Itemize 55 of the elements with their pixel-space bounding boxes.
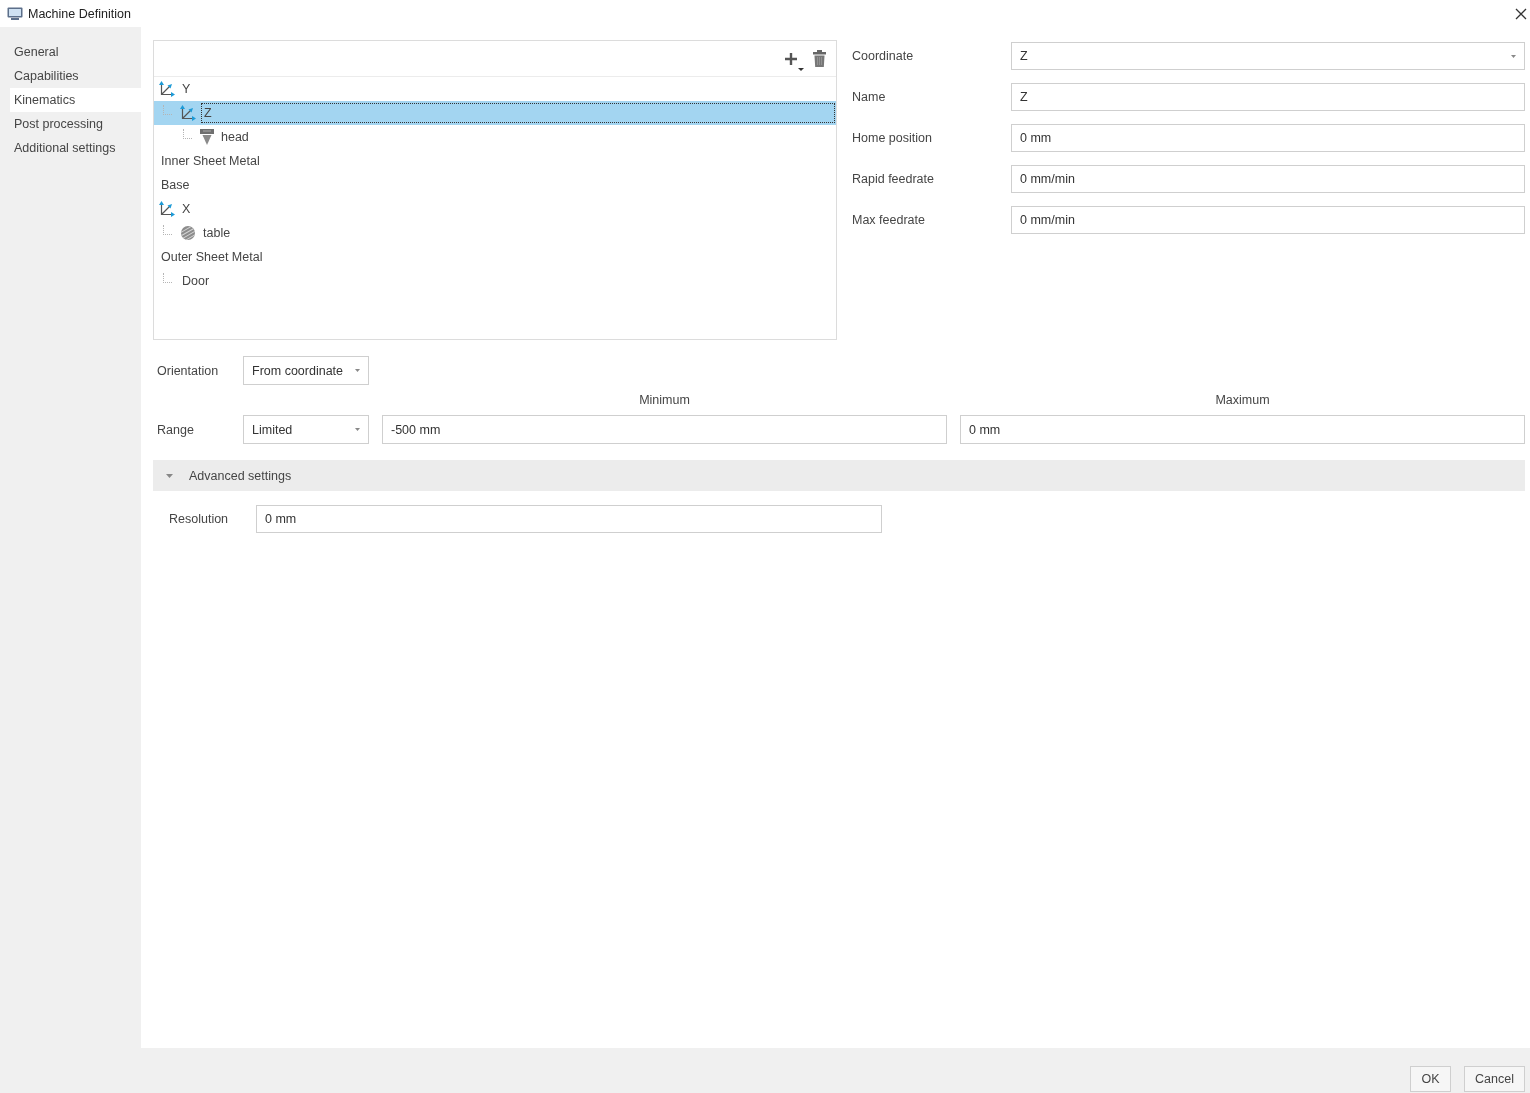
tree-item[interactable]: Base: [159, 175, 192, 195]
field-label: Rapid feedrate: [852, 172, 935, 186]
field-label: Coordinate: [852, 49, 915, 63]
text-field[interactable]: 0 mm/min: [1011, 165, 1525, 193]
field-label: Name: [852, 90, 887, 104]
axes-icon: [180, 105, 196, 121]
field-label: Range: [156, 422, 195, 437]
tree-item[interactable]: Z: [154, 101, 836, 125]
striped-disc-icon: [180, 225, 196, 241]
tree-connector: [163, 273, 172, 283]
sidebar-item[interactable]: Post processing: [10, 112, 141, 136]
text-field[interactable]: 0 mm/min: [1011, 206, 1525, 234]
dropdown[interactable]: Z: [1011, 42, 1525, 70]
caret-icon: [355, 369, 360, 372]
dialog-button[interactable]: Cancel: [1464, 1066, 1525, 1092]
text-field[interactable]: 0 mm: [256, 505, 882, 533]
tree-connector: [163, 225, 172, 235]
caret-icon: [166, 473, 173, 478]
field-label: Orientation: [156, 363, 220, 378]
column-heading: Minimum: [639, 393, 690, 407]
field-label: Home position: [852, 131, 933, 145]
axes-icon: [159, 201, 175, 217]
close-icon[interactable]: [1515, 7, 1527, 20]
tree-item[interactable]: Inner Sheet Metal: [159, 151, 262, 171]
minimum-field[interactable]: -500 mm: [382, 415, 947, 444]
field-label: Max feedrate: [852, 213, 926, 227]
trash-icon[interactable]: [813, 50, 826, 67]
section-header[interactable]: Advanced settings: [153, 460, 1525, 491]
range-dropdown[interactable]: Limited: [243, 415, 369, 444]
add-dropdown-icon[interactable]: [784, 51, 804, 72]
sidebar-item[interactable]: General: [10, 40, 141, 64]
monitor-icon: [7, 7, 23, 20]
dialog-button[interactable]: OK: [1410, 1066, 1452, 1092]
column-heading: Maximum: [1215, 393, 1270, 407]
tree-item[interactable]: Y: [180, 79, 193, 99]
tool-icon: [200, 129, 214, 145]
text-field[interactable]: 0 mm: [1011, 124, 1525, 152]
tree-item[interactable]: table: [201, 223, 233, 243]
text-field[interactable]: Z: [1011, 83, 1525, 111]
tree-item[interactable]: Outer Sheet Metal: [159, 247, 265, 267]
window-title: Machine Definition: [28, 6, 131, 21]
caret-icon: [1511, 54, 1516, 58]
axes-icon: [159, 81, 175, 97]
sidebar-item[interactable]: Additional settings: [10, 136, 141, 160]
tree-item[interactable]: Door: [180, 271, 212, 291]
tree-item[interactable]: X: [180, 199, 193, 219]
tree-connector: [163, 105, 172, 115]
sidebar-item[interactable]: Capabilities: [10, 64, 141, 88]
orientation-dropdown[interactable]: From coordinate: [243, 356, 369, 385]
caret-icon: [355, 428, 360, 431]
field-label: Resolution: [168, 512, 230, 526]
tree-item[interactable]: head: [219, 127, 251, 147]
maximum-field[interactable]: 0 mm: [960, 415, 1525, 444]
tree-connector: [183, 129, 192, 139]
sidebar-item[interactable]: Kinematics: [10, 88, 141, 112]
